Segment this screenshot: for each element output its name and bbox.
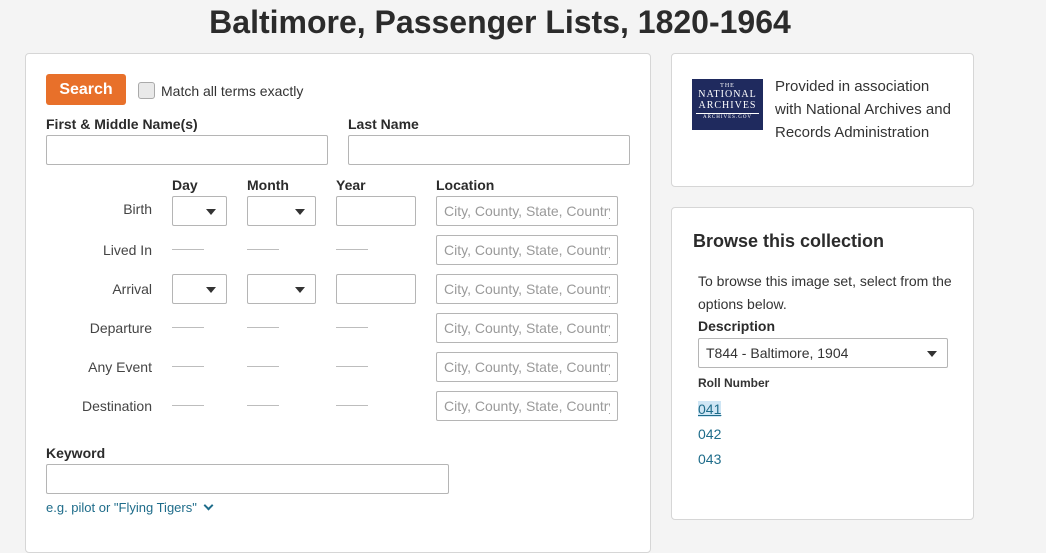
- last-name-input[interactable]: [349, 136, 629, 164]
- arrival-year-field[interactable]: [336, 274, 416, 304]
- match-exact-label[interactable]: Match all terms exactly: [161, 83, 303, 99]
- departure-year-dash: [336, 327, 368, 328]
- lived-in-year-dash: [336, 249, 368, 250]
- browse-panel: Browse this collection To browse this im…: [671, 207, 974, 520]
- last-name-field[interactable]: [348, 135, 630, 165]
- lived-in-day-dash: [172, 249, 204, 250]
- destination-location-input[interactable]: [437, 392, 617, 420]
- roll-number-label: Roll Number: [698, 376, 770, 390]
- destination-location-field[interactable]: [436, 391, 618, 421]
- match-exact-checkbox[interactable]: [138, 82, 155, 99]
- month-column-header: Month: [247, 177, 289, 193]
- any-event-location-field[interactable]: [436, 352, 618, 382]
- chevron-down-icon: [295, 287, 305, 293]
- page-title: Baltimore, Passenger Lists, 1820-1964: [209, 4, 791, 40]
- chevron-down-icon: [927, 351, 937, 357]
- lived-in-row-label: Lived In: [102, 242, 152, 258]
- departure-day-dash: [172, 327, 204, 328]
- logo-line-the: THE: [720, 83, 735, 89]
- keyword-field[interactable]: [46, 464, 449, 494]
- first-name-input[interactable]: [47, 136, 327, 164]
- search-button[interactable]: Search: [46, 74, 126, 105]
- last-name-label: Last Name: [348, 116, 419, 132]
- departure-location-field[interactable]: [436, 313, 618, 343]
- lived-in-month-dash: [247, 249, 279, 250]
- national-archives-logo: THE NATIONAL ARCHIVES ARCHIVES.GOV: [692, 79, 763, 130]
- departure-location-input[interactable]: [437, 314, 617, 342]
- first-name-label: First & Middle Name(s): [46, 116, 198, 132]
- description-selected-value: T844 - Baltimore, 1904: [706, 345, 849, 361]
- logo-line-national: NATIONAL: [698, 89, 757, 100]
- year-column-header: Year: [336, 177, 366, 193]
- birth-location-input[interactable]: [437, 197, 617, 225]
- arrival-row-label: Arrival: [112, 281, 152, 297]
- destination-year-dash: [336, 405, 368, 406]
- any-event-month-dash: [247, 366, 279, 367]
- lived-in-location-input[interactable]: [437, 236, 617, 264]
- any-event-year-dash: [336, 366, 368, 367]
- birth-month-select[interactable]: [247, 196, 316, 226]
- browse-description: To browse this image set, select from th…: [698, 273, 952, 312]
- destination-day-dash: [172, 405, 204, 406]
- keyword-hint-text: e.g. pilot or "Flying Tigers": [46, 500, 197, 515]
- description-label: Description: [698, 318, 776, 334]
- chevron-down-icon: [206, 287, 216, 293]
- destination-month-dash: [247, 405, 279, 406]
- lived-in-location-field[interactable]: [436, 235, 618, 265]
- any-event-row-label: Any Event: [88, 359, 152, 375]
- keyword-label: Keyword: [46, 445, 106, 461]
- roll-link-042[interactable]: 042: [698, 426, 721, 442]
- location-column-header: Location: [436, 177, 495, 193]
- keyword-input[interactable]: [47, 465, 448, 493]
- birth-row-label: Birth: [123, 201, 152, 217]
- keyword-hint-toggle[interactable]: e.g. pilot or "Flying Tigers": [46, 500, 214, 515]
- arrival-year-input[interactable]: [337, 275, 415, 303]
- roll-link-043[interactable]: 043: [698, 451, 721, 467]
- logo-line-url: ARCHIVES.GOV: [696, 113, 759, 120]
- logo-line-archives: ARCHIVES: [698, 100, 757, 111]
- browse-title: Browse this collection: [693, 231, 885, 251]
- chevron-down-icon: [206, 209, 216, 215]
- arrival-location-input[interactable]: [437, 275, 617, 303]
- departure-month-dash: [247, 327, 279, 328]
- arrival-location-field[interactable]: [436, 274, 618, 304]
- roll-link-041[interactable]: 041: [698, 401, 722, 417]
- day-column-header: Day: [172, 177, 198, 193]
- first-name-field[interactable]: [46, 135, 328, 165]
- description-select[interactable]: T844 - Baltimore, 1904: [698, 338, 948, 368]
- any-event-location-input[interactable]: [437, 353, 617, 381]
- chevron-down-icon: [203, 500, 214, 511]
- arrival-month-select[interactable]: [247, 274, 316, 304]
- birth-year-field[interactable]: [336, 196, 416, 226]
- arrival-day-select[interactable]: [172, 274, 227, 304]
- chevron-down-icon: [295, 209, 305, 215]
- any-event-day-dash: [172, 366, 204, 367]
- birth-year-input[interactable]: [337, 197, 415, 225]
- destination-row-label: Destination: [81, 398, 152, 414]
- search-form-panel: Search Match all terms exactly First & M…: [25, 53, 651, 553]
- provider-text: Provided in association with National Ar…: [775, 78, 951, 141]
- provider-panel: THE NATIONAL ARCHIVES ARCHIVES.GOV Provi…: [671, 53, 974, 187]
- birth-location-field[interactable]: [436, 196, 618, 226]
- birth-day-select[interactable]: [172, 196, 227, 226]
- departure-row-label: Departure: [89, 320, 152, 336]
